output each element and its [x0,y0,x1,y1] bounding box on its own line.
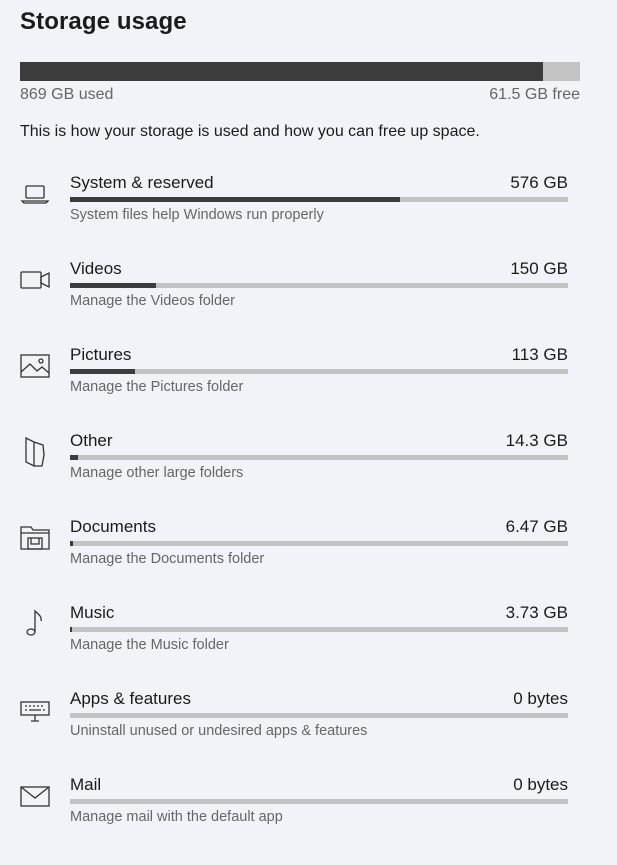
category-usage-fill [70,369,135,374]
map-icon [18,435,52,469]
category-name: Music [70,603,115,622]
total-storage-bar [20,62,580,81]
category-usage-fill [70,197,401,202]
category-subtitle: Manage the Videos folder [70,293,235,309]
page-title: Storage usage [20,8,187,35]
storage-description: This is how your storage is used and how… [20,123,480,140]
category-usage-bar [70,541,568,546]
category-usage-bar [70,369,568,374]
documents-folder-icon [18,521,52,555]
category-videos[interactable]: Videos 150 GB Manage the Videos folder [0,259,617,349]
total-used-label: 869 GB used [20,86,114,103]
category-size: 150 GB [510,259,568,278]
keyboard-icon [18,693,52,727]
category-subtitle: Uninstall unused or undesired apps & fea… [70,723,368,739]
category-subtitle: Manage the Music folder [70,637,229,653]
category-usage-fill [70,627,72,632]
category-subtitle: Manage mail with the default app [70,809,283,825]
video-camera-icon [18,263,52,297]
category-name: Pictures [70,345,132,364]
category-size: 3.73 GB [505,603,568,622]
category-usage-fill [70,455,78,460]
category-usage-bar [70,197,568,202]
category-size: 576 GB [510,173,568,192]
music-note-icon [18,607,52,641]
category-name: Documents [70,517,156,536]
category-pictures[interactable]: Pictures 113 GB Manage the Pictures fold… [0,345,617,435]
category-name: Apps & features [70,689,191,708]
category-name: Other [70,431,113,450]
picture-icon [18,349,52,383]
total-storage-used-fill [20,62,544,81]
category-size: 0 bytes [513,775,568,794]
category-usage-bar [70,799,568,804]
category-usage-bar [70,713,568,718]
category-subtitle: System files help Windows run properly [70,207,324,223]
category-system-reserved[interactable]: System & reserved 576 GB System files he… [0,173,617,263]
category-subtitle: Manage other large folders [70,465,244,481]
category-apps-features[interactable]: Apps & features 0 bytes Uninstall unused… [0,689,617,779]
category-subtitle: Manage the Pictures folder [70,379,244,395]
category-other[interactable]: Other 14.3 GB Manage other large folders [0,431,617,521]
laptop-icon [18,177,52,211]
mail-icon [18,779,52,813]
category-documents[interactable]: Documents 6.47 GB Manage the Documents f… [0,517,617,607]
category-name: Mail [70,775,102,794]
category-size: 6.47 GB [505,517,568,536]
category-size: 113 GB [511,345,568,364]
category-music[interactable]: Music 3.73 GB Manage the Music folder [0,603,617,693]
category-usage-bar [70,455,568,460]
category-usage-bar [70,627,568,632]
category-subtitle: Manage the Documents folder [70,551,265,567]
category-size: 0 bytes [513,689,568,708]
category-usage-bar [70,283,568,288]
category-mail[interactable]: Mail 0 bytes Manage mail with the defaul… [0,775,617,865]
category-name: Videos [70,259,122,278]
category-name: System & reserved [70,173,214,192]
category-size: 14.3 GB [505,431,568,450]
total-free-label: 61.5 GB free [489,86,580,103]
category-usage-fill [70,541,74,546]
category-usage-fill [70,283,156,288]
